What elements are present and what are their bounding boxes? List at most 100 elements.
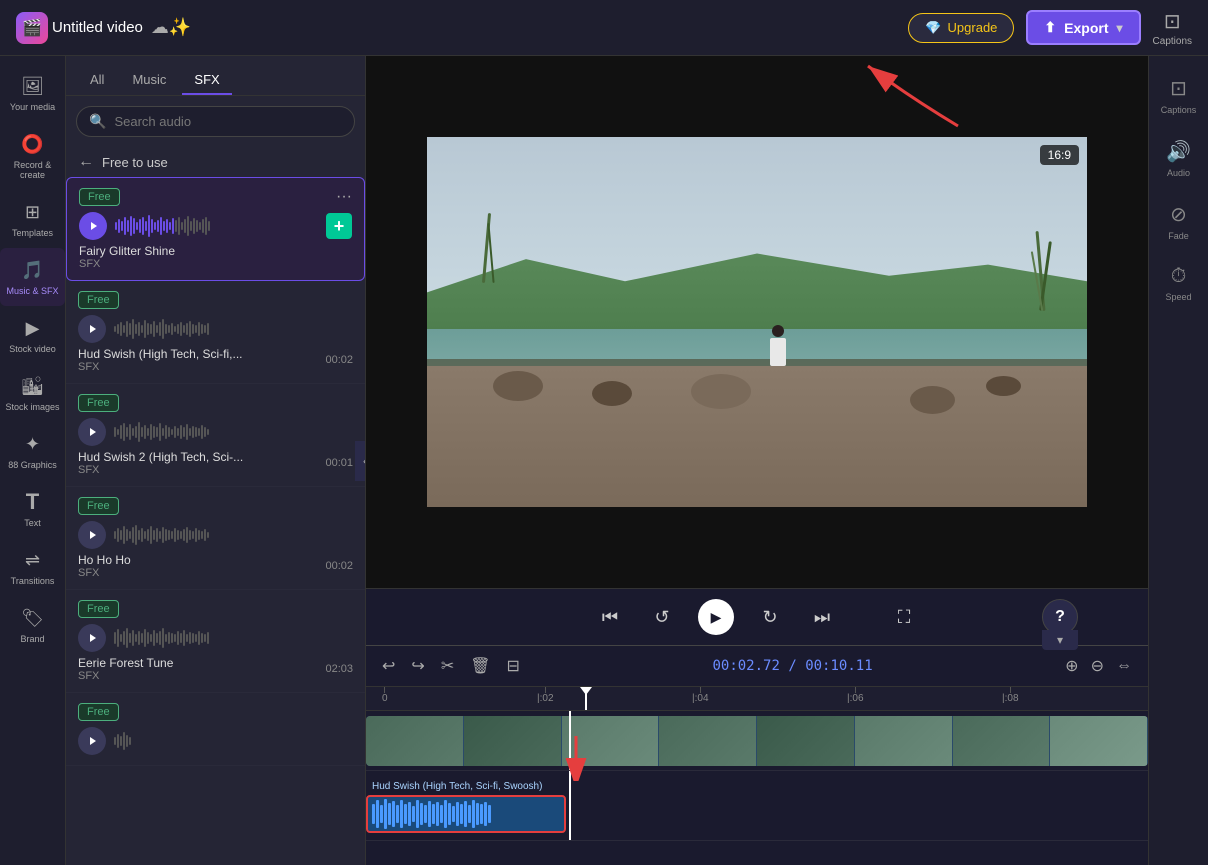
search-bar: 🔍 xyxy=(76,106,355,137)
tab-sfx[interactable]: SFX xyxy=(182,66,231,95)
right-sidebar: ⊡ Captions 🔊 Audio ⊘ Fade ⏱ Speed xyxy=(1148,56,1208,865)
cut-button[interactable]: ✂ xyxy=(437,654,458,678)
split-button[interactable]: ⊟ xyxy=(503,654,524,678)
free-to-use-header[interactable]: ← Free to use xyxy=(66,147,365,177)
add-button-fairy-glitter[interactable]: + xyxy=(326,213,352,239)
video-track-clip[interactable] xyxy=(366,716,1148,766)
sfx-name-4: Ho Ho Ho xyxy=(78,553,131,567)
video-controls: ⏮ ↺ ▶ ↻ ⏭ ⛶ xyxy=(366,588,1148,645)
waveform-eerie-forest xyxy=(114,624,353,652)
sidebar-item-stock-images[interactable]: 🏙 Stock images xyxy=(0,364,65,422)
play-button-hud-swish-2[interactable] xyxy=(78,418,106,446)
sfx-info-hud-swish-1: Hud Swish (High Tech, Sci-fi,... SFX 00:… xyxy=(78,347,353,373)
sidebar-item-text[interactable]: T Text xyxy=(0,480,65,538)
grass-left xyxy=(480,193,500,283)
sfx-item-hud-swish-2: Free Hud Swish 2 (High Tech, Sci-... SFX xyxy=(66,384,365,487)
tab-all[interactable]: All xyxy=(78,66,116,95)
rewind-5s-button[interactable]: ↺ xyxy=(646,601,678,633)
skip-forward-button[interactable]: ⏭ xyxy=(806,601,838,633)
sfx-item-header-5: Free xyxy=(78,600,353,618)
redo-button[interactable]: ↪ xyxy=(407,654,428,678)
right-sidebar-captions[interactable]: ⊡ Captions xyxy=(1149,64,1208,127)
diamond-icon: 💎 xyxy=(925,20,941,36)
audio-clip[interactable] xyxy=(366,795,566,833)
delete-button[interactable]: 🗑 xyxy=(466,654,494,678)
sfx-item-row-4 xyxy=(78,521,353,549)
audio-panel-icon: 🔊 xyxy=(1166,139,1191,164)
back-arrow-icon: ← xyxy=(78,153,94,171)
sfx-info-ho-ho-ho: Ho Ho Ho SFX 00:02 xyxy=(78,553,353,579)
sidebar-item-graphics[interactable]: ✦ 88 Graphics xyxy=(0,422,65,480)
sfx-more-btn[interactable]: ··· xyxy=(336,188,352,206)
center-area: 16:9 ⏮ ↺ ▶ ↻ ⏭ ⛶ ? ▾ ↩ ↪ ✂ 🗑 ⊟ 00:02. xyxy=(366,56,1148,865)
right-sidebar-audio[interactable]: 🔊 Audio xyxy=(1149,127,1208,190)
play-button-eerie-forest[interactable] xyxy=(78,624,106,652)
timeline-ruler: 0 |:02 |:04 |:06 |:08 1:10 xyxy=(366,687,1148,711)
play-button-6[interactable] xyxy=(78,727,106,755)
upgrade-button[interactable]: 💎 Upgrade xyxy=(908,13,1014,43)
right-sidebar-fade[interactable]: ⊘ Fade xyxy=(1149,190,1208,253)
playhead-handle[interactable] xyxy=(580,687,592,695)
captions-button[interactable]: ⊡ Captions xyxy=(1153,9,1192,47)
play-button-ho-ho-ho[interactable] xyxy=(78,521,106,549)
sfx-duration-2: 00:02 xyxy=(325,354,353,366)
video-frame: 16:9 xyxy=(427,137,1087,507)
play-button-fairy-glitter[interactable] xyxy=(79,212,107,240)
zoom-out-button[interactable]: ⊖ xyxy=(1087,654,1108,678)
fit-timeline-button[interactable]: ⇔ xyxy=(1112,654,1136,678)
dropdown-arrow-icon: ▾ xyxy=(1117,21,1123,35)
skip-back-button[interactable]: ⏮ xyxy=(594,601,626,633)
sidebar-item-record-create[interactable]: ⭕ Record & create xyxy=(0,122,65,190)
sfx-tag-2: SFX xyxy=(78,361,243,373)
waveform-hud-swish-2 xyxy=(114,418,353,446)
ruler-mark-06: |:06 xyxy=(847,687,864,704)
video-track-row xyxy=(366,711,1148,771)
sidebar-item-transitions[interactable]: ⇌ Transitions xyxy=(0,538,65,596)
fullscreen-button[interactable]: ⛶ xyxy=(888,601,920,633)
sidebar-item-templates[interactable]: ⊞ Templates xyxy=(0,190,65,248)
sfx-item-fairy-glitter: Free ··· xyxy=(66,177,365,281)
playhead[interactable] xyxy=(585,687,587,710)
sfx-item-row-5 xyxy=(78,624,353,652)
sfx-item-header-3: Free xyxy=(78,394,353,412)
forward-5s-button[interactable]: ↻ xyxy=(754,601,786,633)
zoom-in-button[interactable]: ⊕ xyxy=(1061,654,1082,678)
sfx-item-row-3 xyxy=(78,418,353,446)
sfx-tag-5: SFX xyxy=(78,670,173,682)
video-thumb-5 xyxy=(757,716,855,766)
video-track-content xyxy=(366,711,1148,770)
undo-button[interactable]: ↩ xyxy=(378,654,399,678)
sidebar-item-stock-video[interactable]: ▶ Stock video xyxy=(0,306,65,364)
sfx-name: Fairy Glitter Shine xyxy=(79,244,175,258)
upload-icon: ⬆ xyxy=(1044,19,1056,36)
play-pause-button[interactable]: ▶ xyxy=(698,599,734,635)
export-button[interactable]: ⬆ Export ▾ xyxy=(1026,10,1140,45)
sidebar-item-music-sfx[interactable]: 🎵 Music & SFX xyxy=(0,248,65,306)
tab-music[interactable]: Music xyxy=(120,66,178,95)
search-icon: 🔍 xyxy=(89,113,106,130)
free-badge-6: Free xyxy=(78,703,119,721)
sfx-info-eerie-forest: Eerie Forest Tune SFX 02:03 xyxy=(78,656,353,682)
video-scene xyxy=(427,137,1087,507)
sidebar-item-your-media[interactable]: 🖼 Your media xyxy=(0,64,65,122)
search-input[interactable] xyxy=(114,114,342,129)
timeline-collapse-button[interactable]: ▾ xyxy=(1042,630,1078,650)
panel-collapse-button[interactable]: ‹ xyxy=(355,441,366,481)
play-button-hud-swish-1[interactable] xyxy=(78,315,106,343)
cloud-icon: ☁✨ xyxy=(151,17,191,38)
waveform-hud-swish-1 xyxy=(114,315,353,343)
app-logo: 🎬 xyxy=(16,12,48,44)
free-badge-4: Free xyxy=(78,497,119,515)
sfx-tag: SFX xyxy=(79,258,175,270)
sfx-item-row-6 xyxy=(78,727,353,755)
timeline-area: ↩ ↪ ✂ 🗑 ⊟ 00:02.72 / 00:10.11 ⊕ ⊖ ⇔ xyxy=(366,645,1148,865)
timeline-toolbar: ↩ ↪ ✂ 🗑 ⊟ 00:02.72 / 00:10.11 ⊕ ⊖ ⇔ xyxy=(366,646,1148,687)
free-badge-2: Free xyxy=(78,291,119,309)
sidebar-item-brand[interactable]: 🏷 Brand xyxy=(0,596,65,654)
video-thumb-3 xyxy=(562,716,660,766)
sfx-item-row: + xyxy=(79,212,352,240)
transitions-icon: ⇌ xyxy=(21,548,45,572)
sfx-item-6: Free xyxy=(66,693,365,766)
right-sidebar-speed[interactable]: ⏱ Speed xyxy=(1149,253,1208,314)
audio-clip-label: Hud Swish (High Tech, Sci-fi, Swoosh) xyxy=(366,779,548,794)
